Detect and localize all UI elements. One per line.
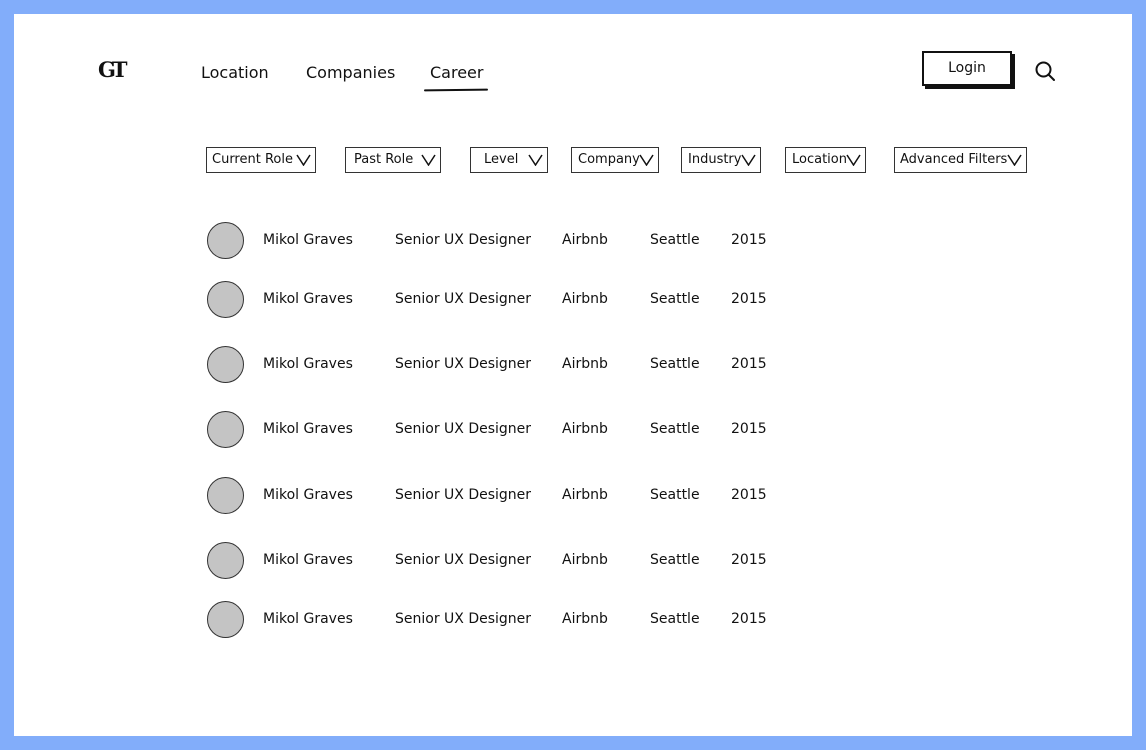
person-title: Senior UX Designer	[395, 291, 532, 307]
filter-industry[interactable]: Industry	[681, 147, 761, 173]
filter-past-role[interactable]: Past Role	[345, 147, 441, 173]
list-item[interactable]: Mikol Graves Senior UX Designer Airbnb S…	[14, 599, 1132, 639]
chevron-down-icon	[528, 154, 543, 166]
filter-advanced[interactable]: Advanced Filters	[894, 147, 1027, 173]
chevron-down-icon	[639, 154, 654, 166]
person-title: Senior UX Designer	[395, 232, 532, 248]
logo[interactable]: GT	[98, 58, 127, 82]
chevron-down-icon	[296, 154, 311, 166]
active-nav-underline	[423, 88, 489, 92]
person-title: Senior UX Designer	[395, 611, 532, 627]
person-company: Airbnb	[562, 356, 608, 372]
avatar	[207, 346, 244, 383]
person-year: 2015	[731, 552, 767, 568]
person-company: Airbnb	[562, 611, 608, 627]
person-city: Seattle	[650, 552, 700, 568]
person-city: Seattle	[650, 611, 700, 627]
avatar	[207, 281, 244, 318]
person-name: Mikol Graves	[263, 611, 353, 627]
filter-current-role[interactable]: Current Role	[206, 147, 316, 173]
person-city: Seattle	[650, 356, 700, 372]
person-city: Seattle	[650, 421, 700, 437]
app-canvas: GT Location Companies Career Login Curre…	[14, 14, 1132, 736]
person-name: Mikol Graves	[263, 232, 353, 248]
avatar	[207, 222, 244, 259]
filter-location[interactable]: Location	[785, 147, 866, 173]
list-item[interactable]: Mikol Graves Senior UX Designer Airbnb S…	[14, 220, 1132, 260]
filter-label: Location	[792, 152, 847, 167]
filter-label: Company	[578, 152, 640, 167]
avatar	[207, 542, 244, 579]
person-city: Seattle	[650, 487, 700, 503]
login-button[interactable]: Login	[922, 51, 1012, 86]
person-title: Senior UX Designer	[395, 421, 532, 437]
person-title: Senior UX Designer	[395, 552, 532, 568]
person-year: 2015	[731, 421, 767, 437]
person-name: Mikol Graves	[263, 421, 353, 437]
person-name: Mikol Graves	[263, 487, 353, 503]
list-item[interactable]: Mikol Graves Senior UX Designer Airbnb S…	[14, 279, 1132, 319]
filter-label: Advanced Filters	[900, 152, 1008, 167]
person-company: Airbnb	[562, 291, 608, 307]
search-icon[interactable]	[1034, 60, 1056, 82]
chevron-down-icon	[741, 154, 756, 166]
person-title: Senior UX Designer	[395, 487, 532, 503]
chevron-down-icon	[421, 154, 436, 166]
person-name: Mikol Graves	[263, 291, 353, 307]
list-item[interactable]: Mikol Graves Senior UX Designer Airbnb S…	[14, 409, 1132, 449]
chevron-down-icon	[1007, 154, 1022, 166]
person-company: Airbnb	[562, 232, 608, 248]
person-year: 2015	[731, 232, 767, 248]
list-item[interactable]: Mikol Graves Senior UX Designer Airbnb S…	[14, 540, 1132, 580]
avatar	[207, 477, 244, 514]
filter-label: Past Role	[354, 152, 414, 167]
nav-item-location[interactable]: Location	[201, 63, 269, 83]
avatar	[207, 411, 244, 448]
filter-label: Current Role	[212, 152, 293, 167]
person-company: Airbnb	[562, 421, 608, 437]
person-company: Airbnb	[562, 487, 608, 503]
person-name: Mikol Graves	[263, 356, 353, 372]
filter-company[interactable]: Company	[571, 147, 659, 173]
chevron-down-icon	[846, 154, 861, 166]
nav-item-companies[interactable]: Companies	[306, 63, 395, 83]
person-year: 2015	[731, 611, 767, 627]
filter-level[interactable]: Level	[470, 147, 548, 173]
person-city: Seattle	[650, 232, 700, 248]
person-company: Airbnb	[562, 552, 608, 568]
nav-item-career[interactable]: Career	[430, 63, 483, 83]
person-name: Mikol Graves	[263, 552, 353, 568]
avatar	[207, 601, 244, 638]
person-title: Senior UX Designer	[395, 356, 532, 372]
list-item[interactable]: Mikol Graves Senior UX Designer Airbnb S…	[14, 344, 1132, 384]
filter-label: Level	[484, 152, 519, 167]
list-item[interactable]: Mikol Graves Senior UX Designer Airbnb S…	[14, 475, 1132, 515]
person-year: 2015	[731, 487, 767, 503]
filter-label: Industry	[688, 152, 742, 167]
person-year: 2015	[731, 356, 767, 372]
person-city: Seattle	[650, 291, 700, 307]
person-year: 2015	[731, 291, 767, 307]
